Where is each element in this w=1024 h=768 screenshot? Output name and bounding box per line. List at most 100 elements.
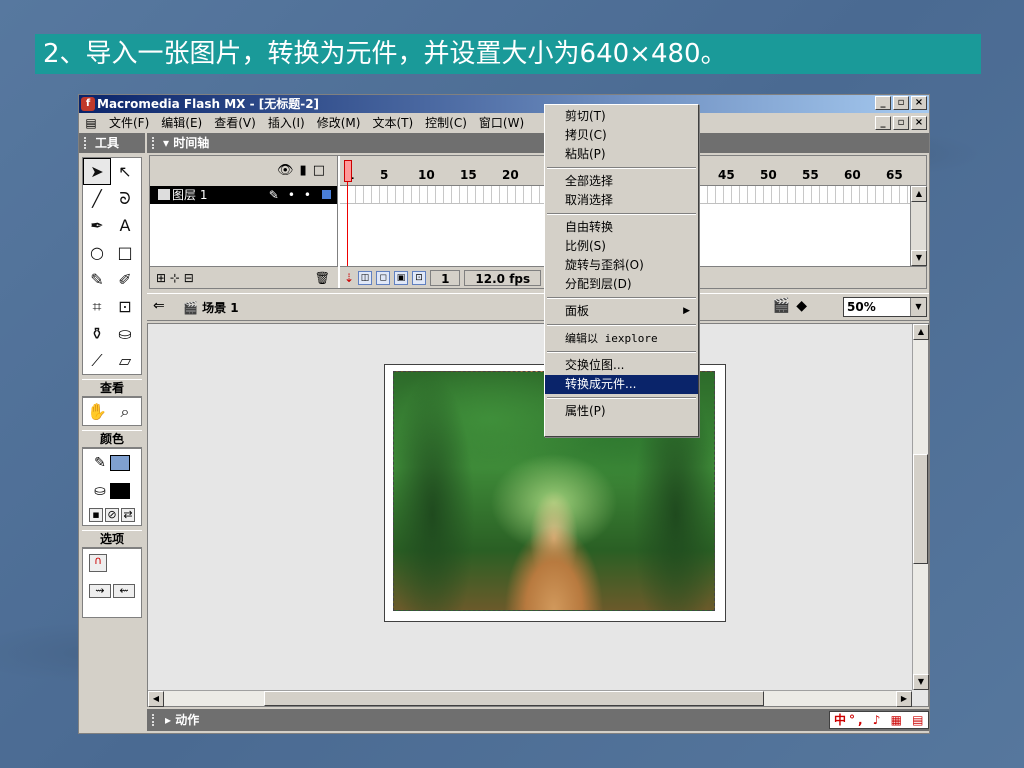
timeline-vertical-scrollbar[interactable]: ▲ ▼ xyxy=(910,186,927,266)
menu-edit[interactable]: 编辑(E) xyxy=(155,113,208,133)
edit-scene-symbol-icons[interactable]: 🎬◆ xyxy=(773,298,813,314)
pen-tool-icon[interactable]: ✒ xyxy=(83,212,111,239)
layer-state-icons[interactable]: ✎•• xyxy=(269,186,331,204)
arrow-tool-icon[interactable]: ➤ xyxy=(83,158,111,185)
menu-item-panels[interactable]: 面板 ▶ xyxy=(545,302,698,321)
stage-area[interactable]: ▲ ▼ ◀ ▶ xyxy=(147,323,929,707)
stage-horizontal-scrollbar[interactable]: ◀ ▶ xyxy=(148,690,912,707)
scroll-left-arrow-icon[interactable]: ◀ xyxy=(148,691,164,707)
menu-modify[interactable]: 修改(M) xyxy=(311,113,367,133)
document-icon[interactable]: ▤ xyxy=(83,116,99,130)
lasso-tool-icon[interactable]: ᘐ xyxy=(111,185,139,212)
scroll-down-arrow-icon[interactable]: ▼ xyxy=(911,250,927,266)
swap-colors-icon[interactable]: ⇄ xyxy=(121,508,135,522)
fill-color-swatch[interactable] xyxy=(109,483,130,499)
stroke-pencil-icon: ✎ xyxy=(94,455,106,471)
scroll-up-arrow-icon[interactable]: ▲ xyxy=(913,324,929,340)
colors-section-label: 颜色 xyxy=(82,430,142,448)
scroll-up-arrow-icon[interactable]: ▲ xyxy=(911,186,927,202)
actions-panel-header[interactable]: ▸ 动作 中°, ♪ ▦ ▤ xyxy=(147,709,929,731)
menu-item-deselect-all[interactable]: 取消选择 xyxy=(545,191,698,210)
menu-window[interactable]: 窗口(W) xyxy=(473,113,530,133)
insert-folder-icon[interactable]: ⊟ xyxy=(184,271,194,285)
fill-transform-tool-icon[interactable]: ⊡ xyxy=(111,293,139,320)
brush-tool-icon[interactable]: ✐ xyxy=(111,266,139,293)
menu-item-panels-label: 面板 xyxy=(565,304,590,318)
layer-visibility-lock-outline-icons[interactable]: 👁▮□ xyxy=(277,163,331,178)
timeline-header[interactable]: ▾ 时间轴 xyxy=(147,133,929,153)
hand-tool-icon[interactable]: ✋ xyxy=(83,398,111,425)
menu-insert[interactable]: 插入(I) xyxy=(262,113,311,133)
menu-item-properties[interactable]: 属性(P) xyxy=(545,402,698,421)
menu-item-edit-with[interactable]: 编辑以 iexplore xyxy=(545,329,698,348)
line-tool-icon[interactable]: ╱ xyxy=(83,185,111,212)
fill-color-control[interactable]: ⛀ xyxy=(83,477,141,505)
no-color-icon[interactable]: ⊘ xyxy=(105,508,119,522)
eraser-tool-icon[interactable]: ▱ xyxy=(111,347,139,374)
restore-button[interactable]: ▫ xyxy=(893,96,909,110)
subselect-tool-icon[interactable]: ↖ xyxy=(111,158,139,185)
add-layer-icon[interactable]: ⊞ xyxy=(156,271,166,285)
menu-item-convert-to-symbol[interactable]: 转换成元件... xyxy=(545,375,698,394)
zoom-tool-icon[interactable]: ⌕ xyxy=(111,398,139,425)
window-titlebar[interactable]: f Macromedia Flash MX - [无标题-2] _ ▫ × xyxy=(79,95,929,113)
close-button[interactable]: × xyxy=(911,96,927,110)
scroll-down-arrow-icon[interactable]: ▼ xyxy=(913,674,929,690)
stage-vertical-scrollbar[interactable]: ▲ ▼ xyxy=(912,324,929,690)
menu-item-cut[interactable]: 剪切(T) xyxy=(545,107,698,126)
zoom-value: 50% xyxy=(847,300,876,314)
tools-panel-header[interactable]: 工具 xyxy=(79,133,145,153)
stroke-color-swatch[interactable] xyxy=(109,455,130,471)
menu-item-distribute-layers[interactable]: 分配到层(D) xyxy=(545,275,698,294)
smooth-option-icon[interactable]: ⇝ xyxy=(89,584,111,598)
vertical-scroll-thumb[interactable] xyxy=(913,454,928,564)
menu-item-paste[interactable]: 粘贴(P) xyxy=(545,145,698,164)
playhead[interactable] xyxy=(344,160,352,282)
menu-item-free-transform[interactable]: 自由转换 xyxy=(545,218,698,237)
doc-restore-button[interactable]: ▫ xyxy=(893,116,909,130)
layer-row[interactable]: 图层 1 ✎•• xyxy=(150,186,337,204)
minimize-button[interactable]: _ xyxy=(875,96,891,110)
zoom-select[interactable]: 50% ▼ xyxy=(843,297,927,317)
doc-minimize-button[interactable]: _ xyxy=(875,116,891,130)
menu-item-scale[interactable]: 比例(S) xyxy=(545,237,698,256)
fill-bucket-icon: ⛀ xyxy=(94,483,106,499)
frame-tick: 20 xyxy=(502,168,519,182)
stroke-color-control[interactable]: ✎ xyxy=(83,449,141,477)
doc-close-button[interactable]: × xyxy=(911,116,927,130)
menu-view[interactable]: 查看(V) xyxy=(208,113,262,133)
edit-multiple-frames-icon[interactable]: ▣ xyxy=(394,270,409,285)
snap-magnet-icon[interactable]: ∩ xyxy=(89,554,107,572)
pencil-tool-icon[interactable]: ✎ xyxy=(83,266,111,293)
context-menu: 剪切(T) 拷贝(C) 粘贴(P) 全部选择 取消选择 自由转换 比例(S) 旋… xyxy=(544,104,699,437)
straighten-option-icon[interactable]: ⇜ xyxy=(113,584,135,598)
ink-bottle-tool-icon[interactable]: ⚱ xyxy=(83,320,111,347)
menu-text[interactable]: 文本(T) xyxy=(366,113,419,133)
modify-onion-markers-icon[interactable]: ⊡ xyxy=(412,270,427,285)
ime-toolbar[interactable]: 中°, ♪ ▦ ▤ xyxy=(829,711,929,729)
scene-name[interactable]: 🎬 场景 1 xyxy=(183,299,239,316)
oval-tool-icon[interactable]: ○ xyxy=(83,239,111,266)
menu-item-swap-bitmap[interactable]: 交换位图... xyxy=(545,356,698,375)
menu-item-rotate-skew[interactable]: 旋转与歪斜(O) xyxy=(545,256,698,275)
eyedropper-tool-icon[interactable]: ⟋ xyxy=(83,347,111,374)
default-colors-icon[interactable]: ▪ xyxy=(89,508,103,522)
menu-item-select-all[interactable]: 全部选择 xyxy=(545,172,698,191)
onion-skin-icon[interactable]: ◫ xyxy=(358,270,373,285)
chevron-down-icon[interactable]: ▼ xyxy=(910,298,926,316)
add-guide-layer-icon[interactable]: ⊹ xyxy=(170,271,180,285)
text-tool-icon[interactable]: A xyxy=(111,212,139,239)
rectangle-tool-icon[interactable]: □ xyxy=(111,239,139,266)
menu-file[interactable]: 文件(F) xyxy=(103,113,155,133)
menu-item-copy[interactable]: 拷贝(C) xyxy=(545,126,698,145)
onion-outline-icon[interactable]: ◻ xyxy=(376,270,391,285)
menu-control[interactable]: 控制(C) xyxy=(419,113,473,133)
flash-window: f Macromedia Flash MX - [无标题-2] _ ▫ × ▤ … xyxy=(78,94,930,734)
back-arrow-icon[interactable]: ⇐ xyxy=(153,298,165,314)
horizontal-scroll-thumb[interactable] xyxy=(264,691,764,706)
delete-layer-icon[interactable]: 🗑 xyxy=(315,267,330,289)
paint-bucket-tool-icon[interactable]: ⛀ xyxy=(111,320,139,347)
scroll-right-arrow-icon[interactable]: ▶ xyxy=(896,691,912,707)
center-frame-icon[interactable]: ⇣ xyxy=(344,271,354,285)
free-transform-tool-icon[interactable]: ⌗ xyxy=(83,293,111,320)
